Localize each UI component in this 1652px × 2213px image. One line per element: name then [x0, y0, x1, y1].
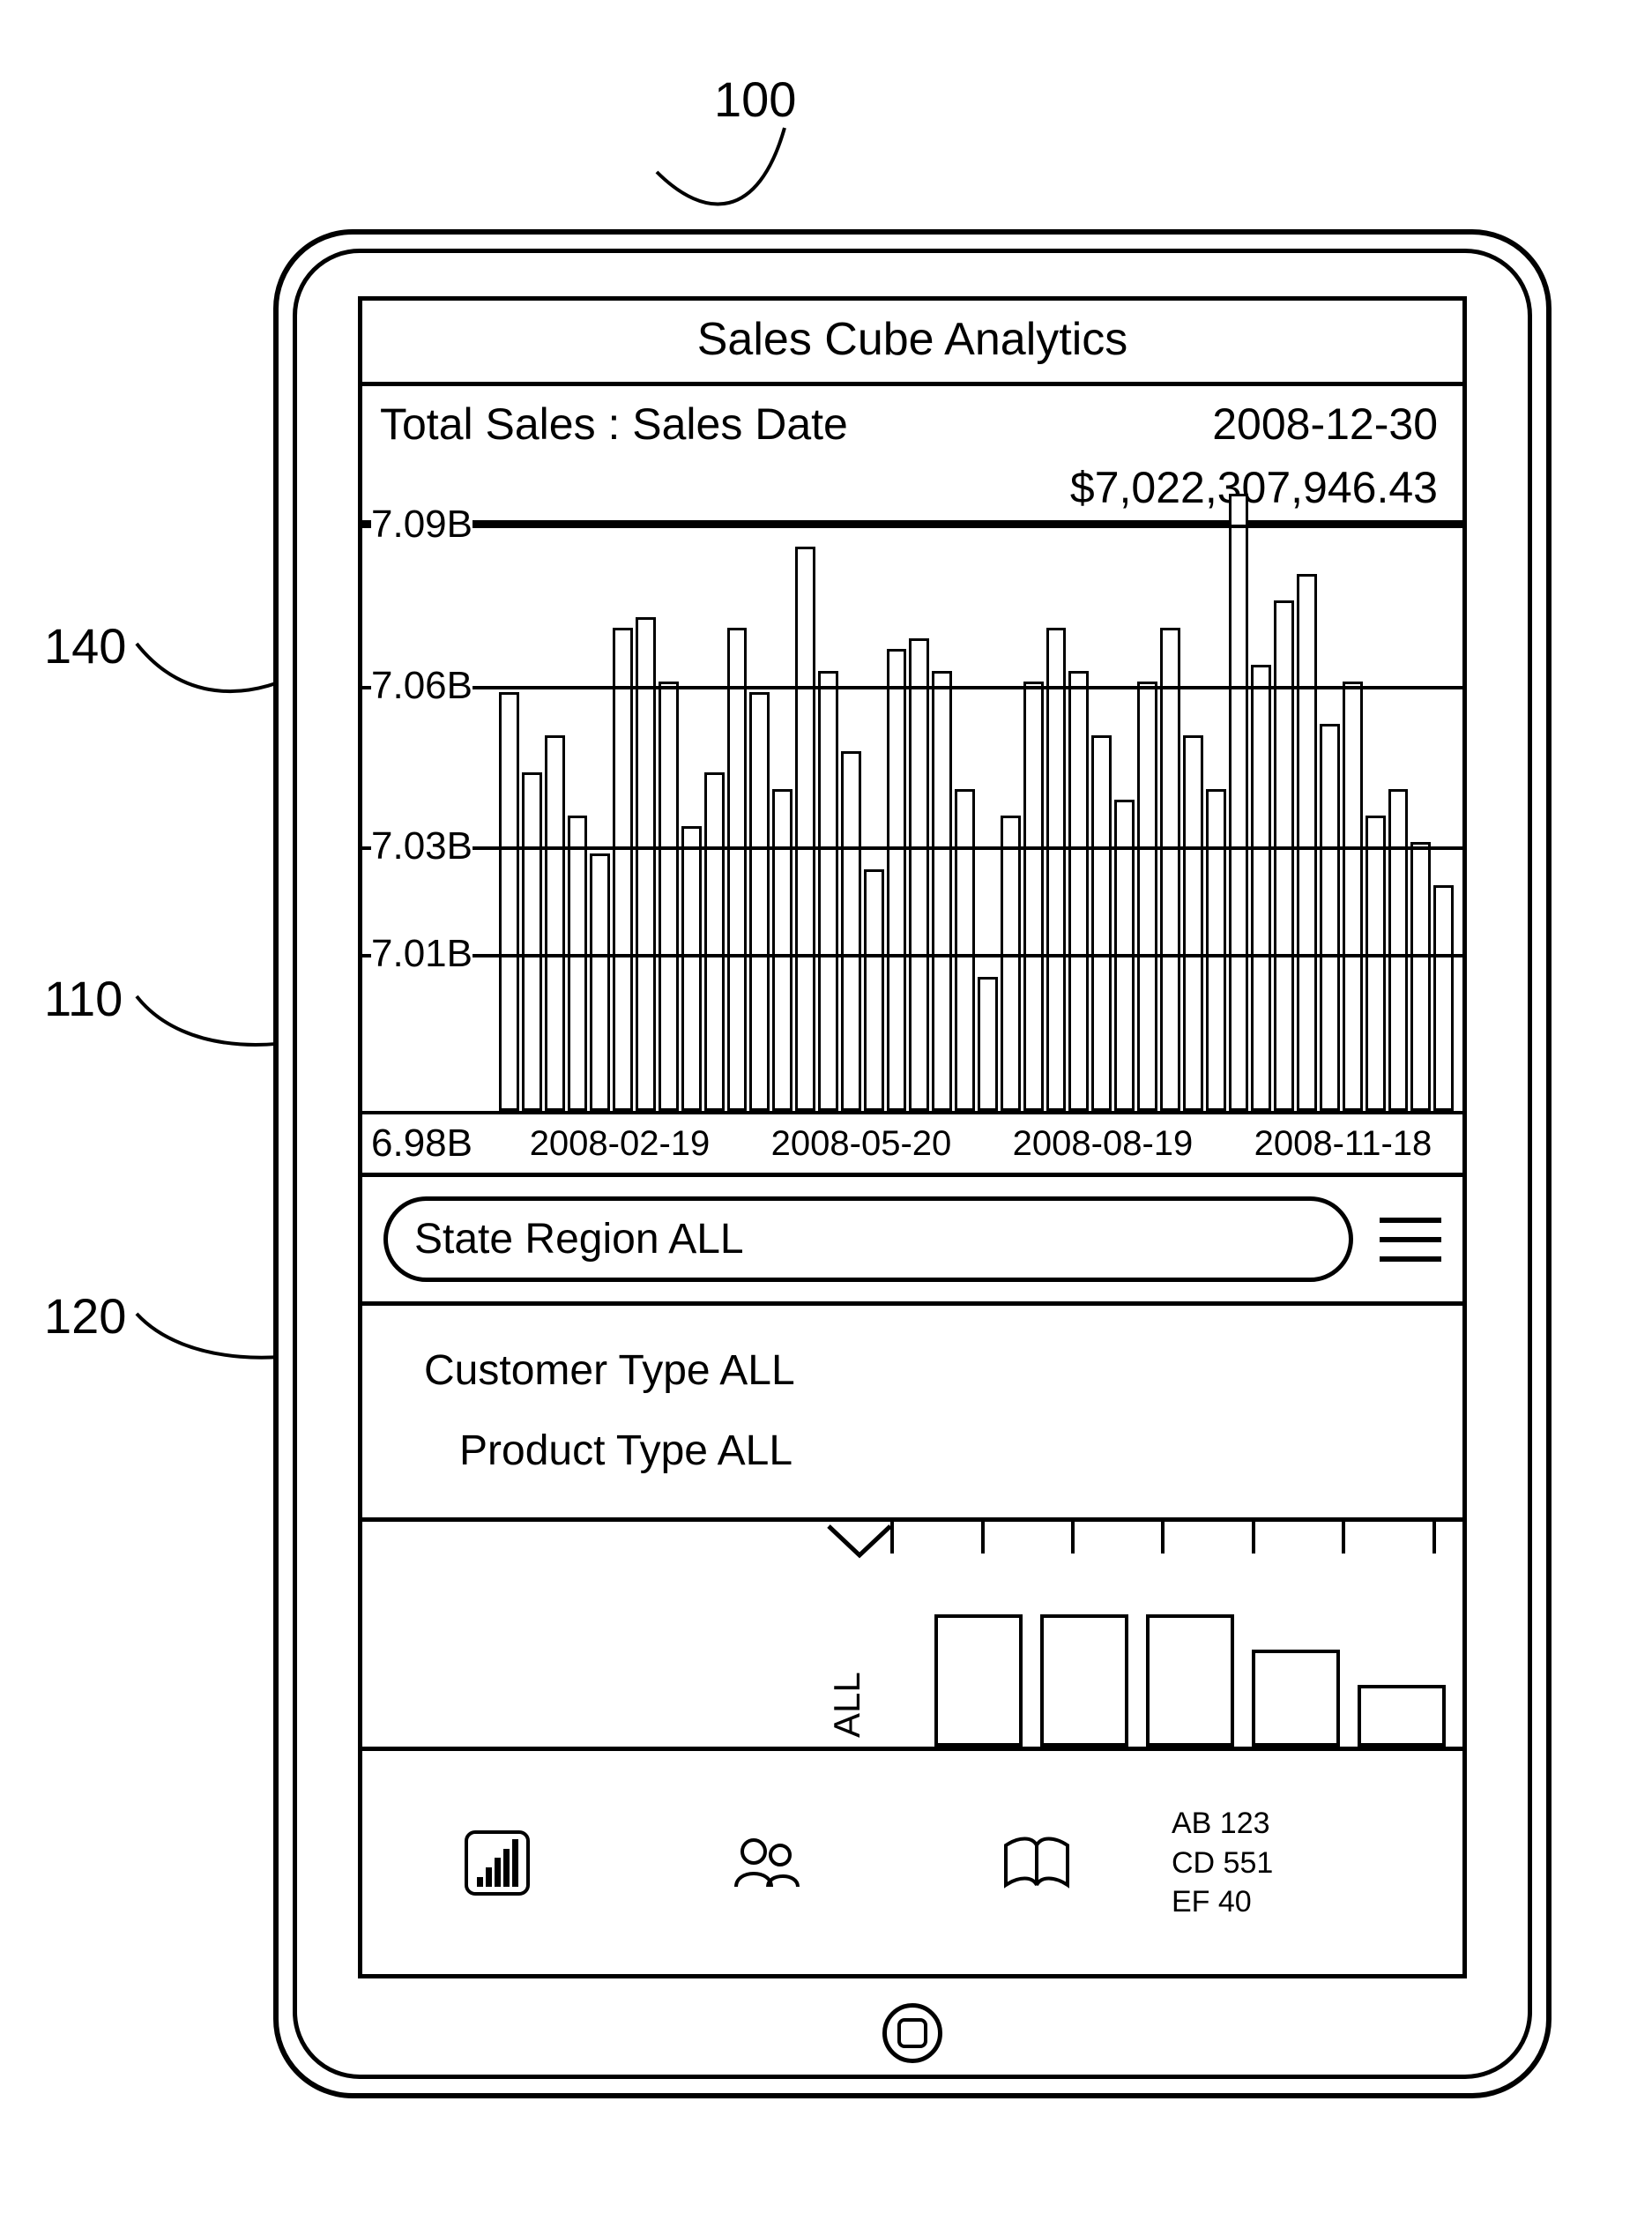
chart-bar[interactable]	[590, 853, 610, 1111]
chart-bar[interactable]	[1366, 816, 1386, 1111]
callout-110: 110	[44, 970, 123, 1027]
y-tick-label: 7.01B	[371, 932, 473, 976]
mini-bar[interactable]	[1040, 1614, 1128, 1747]
chart-bar[interactable]	[955, 789, 975, 1111]
chart-bar[interactable]	[613, 628, 633, 1111]
chart-bar[interactable]	[704, 772, 725, 1111]
chart-bar[interactable]	[1410, 842, 1431, 1111]
chart-bar[interactable]	[749, 692, 770, 1111]
info-line-3: EF 40	[1172, 1882, 1441, 1921]
chart-bar[interactable]	[1183, 735, 1203, 1111]
callout-100: 100	[714, 71, 796, 128]
x-axis: 6.98B 2008-02-192008-05-202008-08-192008…	[362, 1111, 1462, 1173]
chart-bar[interactable]	[636, 617, 656, 1111]
filter-product-type[interactable]: Product Type ALL	[424, 1411, 1462, 1491]
chart-bar[interactable]	[1297, 574, 1317, 1111]
chart-bar[interactable]	[818, 671, 838, 1111]
chart-bar[interactable]	[1274, 600, 1294, 1111]
selected-value: $7,022,307,946.43	[1070, 462, 1438, 513]
chart-bar[interactable]	[1091, 735, 1112, 1111]
chart-bar[interactable]	[887, 649, 907, 1111]
chart-bar[interactable]	[841, 751, 861, 1111]
app-title: Sales Cube Analytics	[362, 301, 1462, 386]
y-tick-label: 7.03B	[371, 824, 473, 868]
active-filter-row: State Region ALL	[362, 1177, 1462, 1306]
chart-bar[interactable]	[1343, 682, 1363, 1111]
chart-bar[interactable]	[1023, 682, 1044, 1111]
info-line-2: CD 551	[1172, 1844, 1441, 1882]
caret-down-icon	[824, 1522, 895, 1561]
chart-bar[interactable]	[522, 772, 542, 1111]
x-tick-label: 2008-11-18	[1254, 1124, 1432, 1164]
chart-bar[interactable]	[1251, 665, 1271, 1111]
chart-bar[interactable]	[1001, 816, 1021, 1111]
metric-label: Total Sales : Sales Date	[380, 399, 848, 450]
mini-chart[interactable]: ALL	[362, 1522, 1462, 1751]
chart-bar[interactable]	[1206, 789, 1226, 1111]
callout-140: 140	[44, 617, 126, 674]
main-chart[interactable]: 6.98B 2008-02-192008-05-202008-08-192008…	[362, 525, 1462, 1177]
mini-chart-label: ALL	[826, 1673, 868, 1739]
info-line-1: AB 123	[1172, 1804, 1441, 1843]
chart-bar[interactable]	[1388, 789, 1409, 1111]
mini-bar[interactable]	[1252, 1650, 1340, 1747]
mini-bar[interactable]	[934, 1614, 1023, 1747]
chart-bar[interactable]	[1137, 682, 1157, 1111]
chart-bars	[499, 525, 1454, 1111]
chart-bar[interactable]	[1229, 494, 1249, 1111]
x-tick-label: 2008-05-20	[771, 1124, 952, 1164]
tablet-device: Sales Cube Analytics Total Sales : Sales…	[273, 229, 1552, 2098]
mini-ticks	[890, 1522, 1436, 1557]
chart-bar[interactable]	[1320, 724, 1340, 1111]
chart-bar[interactable]	[978, 977, 998, 1111]
chart-bar[interactable]	[909, 638, 929, 1111]
filter-list: Customer Type ALL Product Type ALL	[362, 1306, 1462, 1522]
chart-bar[interactable]	[772, 789, 793, 1111]
app-screen: Sales Cube Analytics Total Sales : Sales…	[358, 296, 1467, 1978]
chart-icon[interactable]	[465, 1830, 530, 1896]
chart-bar[interactable]	[681, 826, 702, 1111]
y-tick-label: 7.09B	[371, 503, 473, 547]
selected-date: 2008-12-30	[1212, 399, 1438, 450]
chart-bar[interactable]	[1068, 671, 1089, 1111]
chart-bar[interactable]	[864, 869, 884, 1111]
y-tick-label: 7.06B	[371, 664, 473, 708]
x-tick-label: 2008-08-19	[1013, 1124, 1194, 1164]
menu-icon[interactable]	[1380, 1218, 1441, 1262]
people-icon[interactable]	[727, 1832, 807, 1894]
chart-bar[interactable]	[795, 547, 815, 1111]
bottom-toolbar: AB 123 CD 551 EF 40	[362, 1751, 1462, 1974]
chart-bar[interactable]	[932, 671, 952, 1111]
chart-bar[interactable]	[1160, 628, 1180, 1111]
x-tick-label: 2008-02-19	[530, 1124, 711, 1164]
mini-chart-bars	[934, 1588, 1462, 1747]
mini-bar[interactable]	[1358, 1685, 1446, 1747]
chart-bar[interactable]	[659, 682, 679, 1111]
chart-bar[interactable]	[1046, 628, 1067, 1111]
y-baseline-label: 6.98B	[362, 1121, 499, 1166]
home-button[interactable]	[882, 2003, 942, 2063]
chart-bar[interactable]	[545, 735, 565, 1111]
value-row: $7,022,307,946.43	[362, 458, 1462, 525]
mini-bar[interactable]	[1146, 1614, 1234, 1747]
chart-bar[interactable]	[727, 628, 748, 1111]
chart-bar[interactable]	[568, 816, 588, 1111]
subtitle-row: Total Sales : Sales Date 2008-12-30	[362, 386, 1462, 458]
book-icon[interactable]	[997, 1832, 1076, 1894]
toolbar-info: AB 123 CD 551 EF 40	[1172, 1804, 1462, 1921]
x-ticks: 2008-02-19 2008-05-20 2008-08-19 2008-11-18	[499, 1124, 1462, 1164]
filter-customer-type[interactable]: Customer Type ALL	[424, 1330, 1462, 1411]
callout-120: 120	[44, 1287, 126, 1345]
chart-bar[interactable]	[499, 692, 519, 1111]
chart-bar[interactable]	[1433, 885, 1454, 1111]
active-filter-pill[interactable]: State Region ALL	[383, 1196, 1353, 1282]
